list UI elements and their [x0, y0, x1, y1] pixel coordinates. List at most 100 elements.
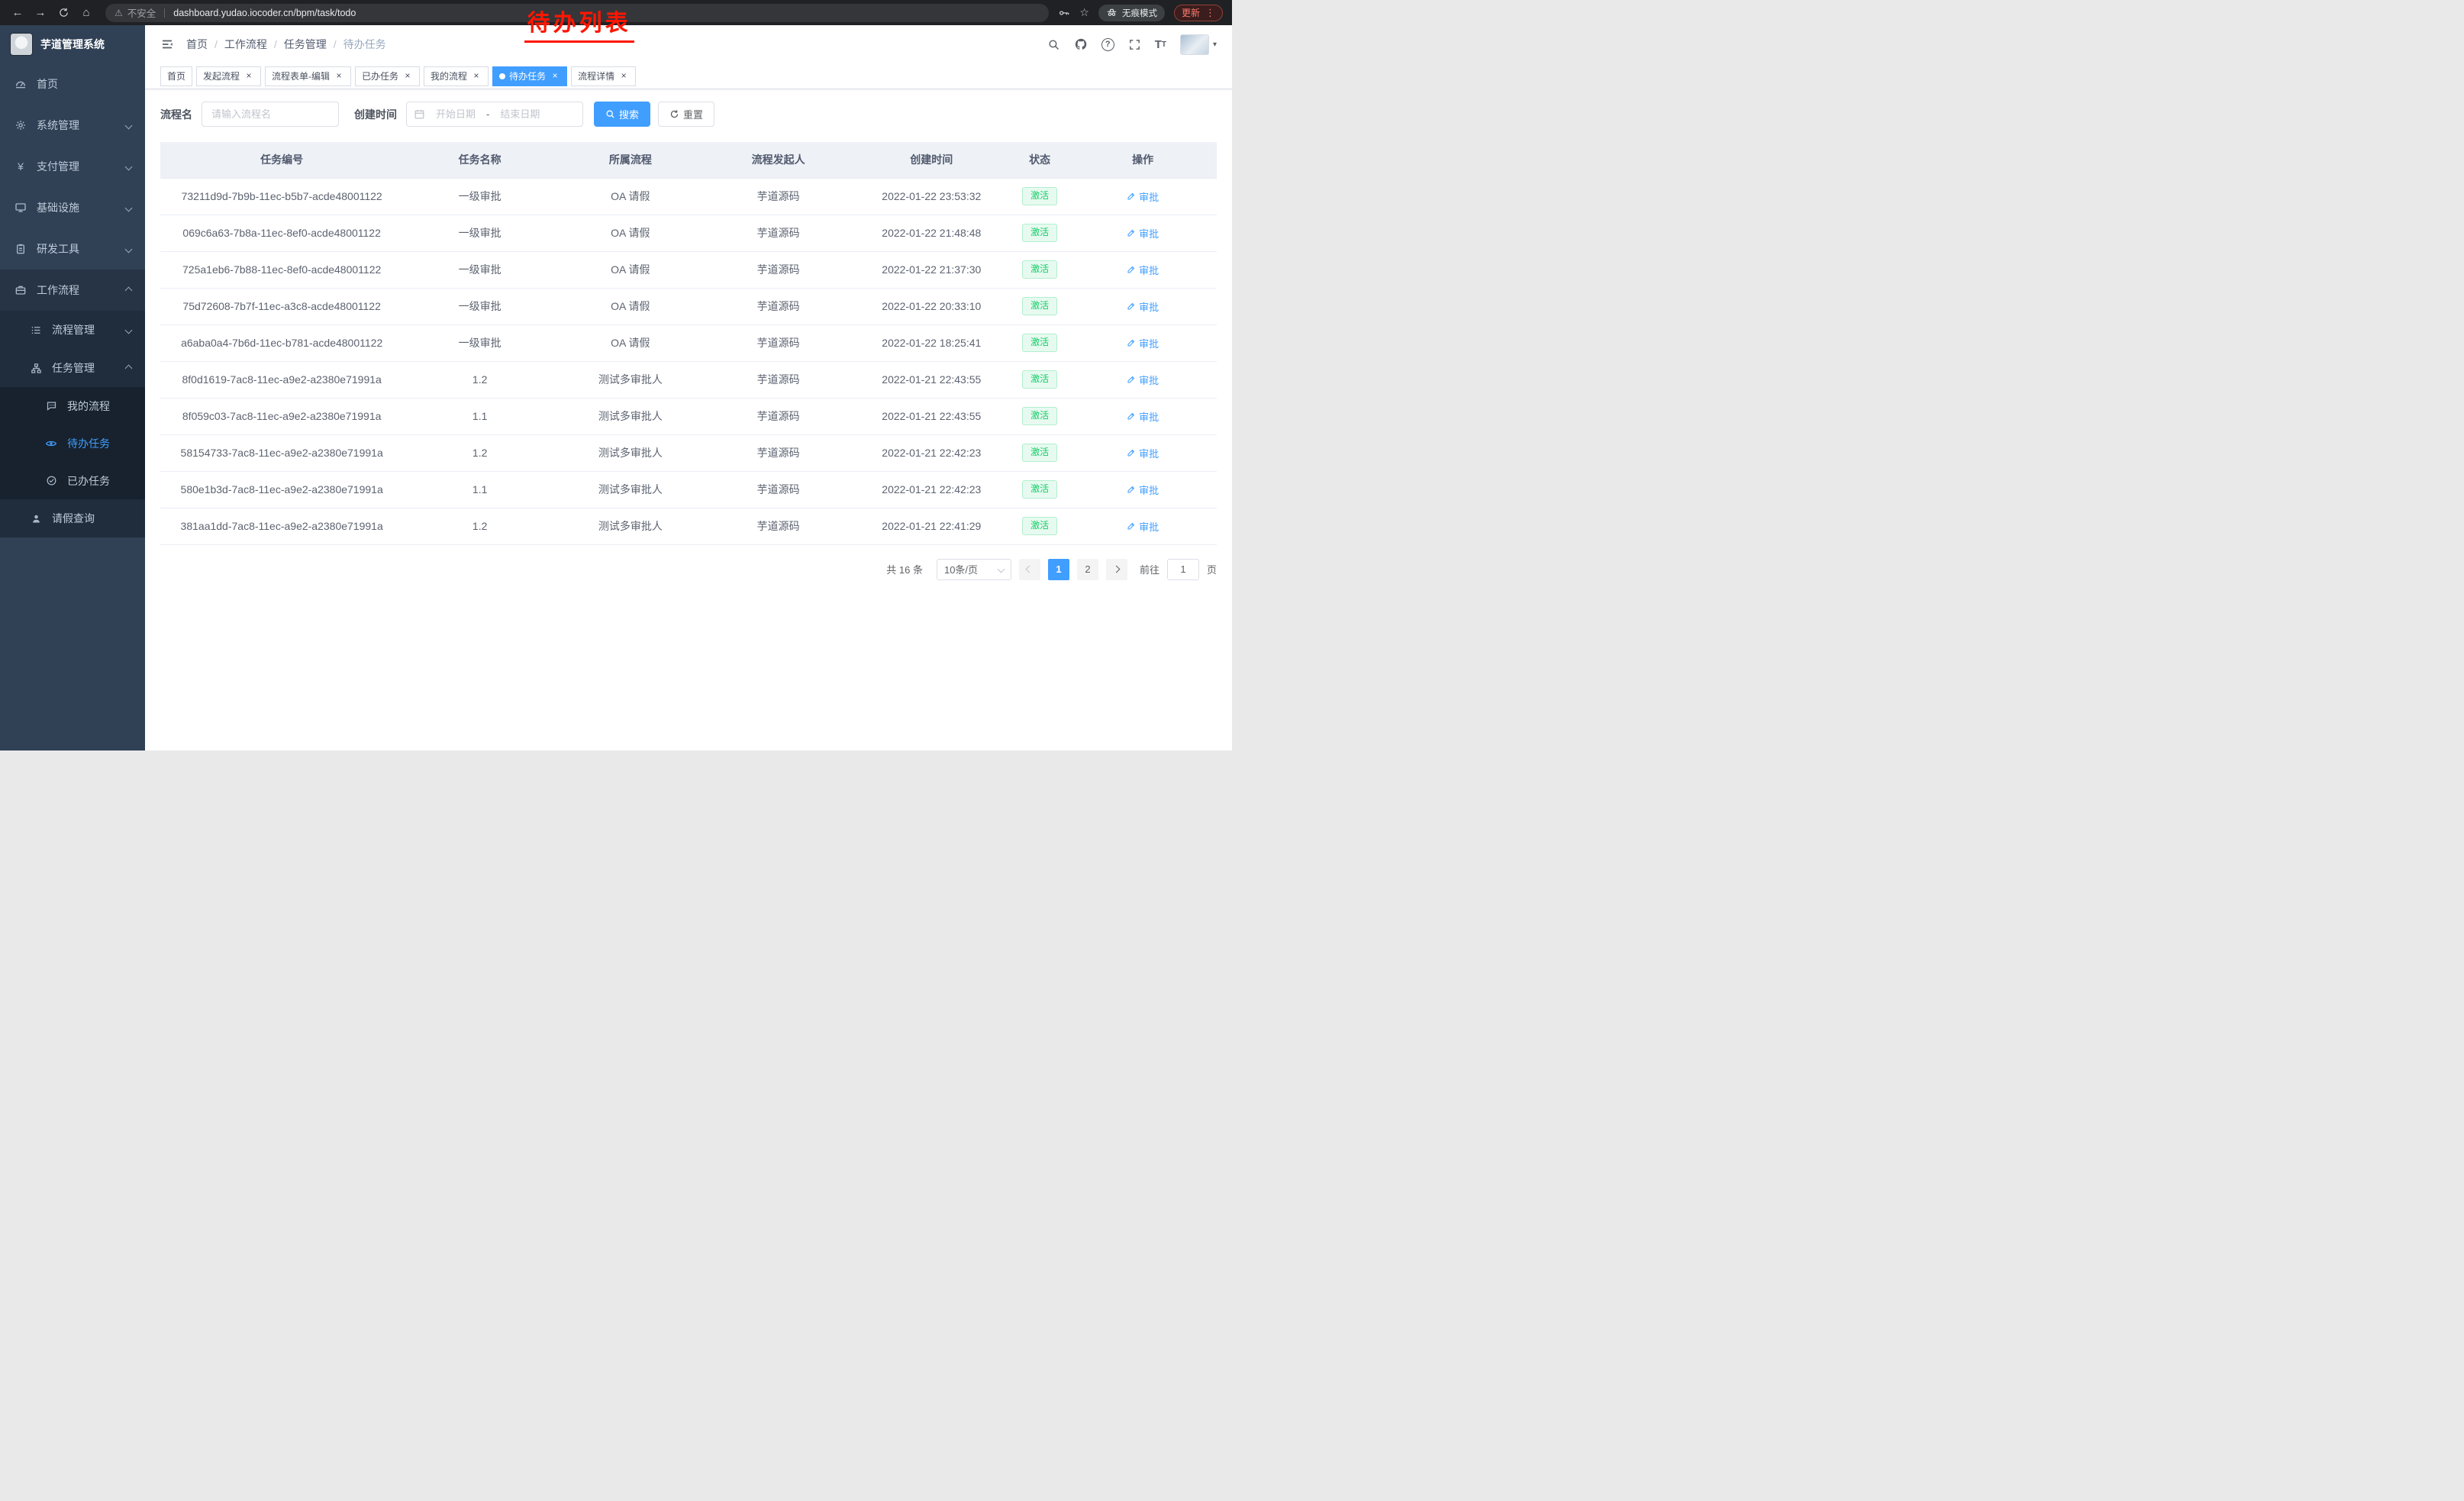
security-label: 不安全 — [127, 5, 156, 20]
fullscreen-icon[interactable] — [1128, 38, 1141, 51]
tab[interactable]: 发起流程 × — [196, 66, 261, 86]
kebab-menu-icon[interactable]: ⋮ — [1205, 7, 1215, 19]
sidebar-item-system[interactable]: 系统管理 — [0, 105, 145, 146]
sidebar-item-infrastructure[interactable]: 基础设施 — [0, 187, 145, 228]
gear-icon — [14, 118, 27, 132]
close-icon[interactable]: × — [550, 71, 560, 82]
tab[interactable]: 首页 — [160, 66, 192, 86]
sidebar-item-label: 已办任务 — [67, 473, 110, 489]
sidebar-item-payment[interactable]: ¥ 支付管理 — [0, 146, 145, 187]
tab[interactable]: 我的流程 × — [424, 66, 489, 86]
task-name-cell: 一级审批 — [403, 251, 556, 288]
breadcrumb-item-task-management[interactable]: 任务管理 — [267, 37, 327, 52]
sidebar-collapse-button[interactable] — [160, 37, 174, 51]
forward-icon[interactable]: → — [31, 3, 50, 23]
sidebar-item-dev-tools[interactable]: 研发工具 — [0, 228, 145, 270]
close-icon[interactable]: × — [618, 71, 629, 82]
approve-link[interactable]: 审批 — [1127, 373, 1159, 387]
task-id-cell: 58154733-7ac8-11ec-a9e2-a2380e71991a — [160, 434, 403, 471]
font-size-icon[interactable]: TT — [1155, 38, 1166, 51]
sidebar-item-process-management[interactable]: 流程管理 — [0, 311, 145, 349]
initiator-cell: 芋道源码 — [705, 471, 853, 508]
tab[interactable]: 流程详情 × — [571, 66, 636, 86]
omnibox-divider — [164, 8, 165, 18]
process-name-input[interactable] — [202, 102, 339, 127]
table-header-row: 任务编号 任务名称 所属流程 流程发起人 创建时间 状态 操作 — [160, 142, 1217, 178]
approve-link-label: 审批 — [1139, 446, 1159, 460]
next-page-button[interactable] — [1106, 559, 1127, 580]
status-cell: 激活 — [1011, 215, 1069, 251]
column-header-created: 创建时间 — [852, 142, 1011, 178]
action-cell: 审批 — [1069, 508, 1217, 544]
task-name-cell: 1.1 — [403, 398, 556, 434]
sidebar-item-done-tasks[interactable]: 已办任务 — [0, 462, 145, 499]
warning-icon: ⚠ — [114, 8, 123, 18]
breadcrumb-item-workflow[interactable]: 工作流程 — [208, 37, 267, 52]
password-key-icon[interactable] — [1058, 7, 1070, 19]
user-avatar[interactable]: ▾ — [1180, 34, 1217, 55]
column-header-actions: 操作 — [1069, 142, 1217, 178]
home-icon[interactable]: ⌂ — [76, 3, 96, 23]
sidebar-item-todo-tasks[interactable]: 待办任务 — [0, 424, 145, 462]
status-badge: 激活 — [1022, 407, 1057, 425]
browser-update-button[interactable]: 更新 ⋮ — [1174, 5, 1223, 21]
help-icon[interactable]: ? — [1101, 38, 1114, 51]
search-button[interactable]: 搜索 — [594, 102, 650, 127]
task-id-cell: 580e1b3d-7ac8-11ec-a9e2-a2380e71991a — [160, 471, 403, 508]
caret-down-icon: ▾ — [1213, 40, 1217, 49]
back-icon[interactable]: ← — [8, 3, 27, 23]
avatar-image — [1180, 34, 1209, 55]
breadcrumb-item-home[interactable]: 首页 — [186, 37, 208, 52]
tab[interactable]: 流程表单-编辑 × — [265, 66, 351, 86]
edit-icon — [1127, 302, 1136, 311]
status-cell: 激活 — [1011, 398, 1069, 434]
approve-link[interactable]: 审批 — [1127, 263, 1159, 277]
prev-page-button[interactable] — [1019, 559, 1040, 580]
task-id-cell: 73211d9d-7b9b-11ec-b5b7-acde48001122 — [160, 178, 403, 215]
approve-link[interactable]: 审批 — [1127, 226, 1159, 240]
address-bar[interactable]: ⚠ 不安全 dashboard.yudao.iocoder.cn/bpm/tas… — [105, 4, 1049, 22]
approve-link[interactable]: 审批 — [1127, 519, 1159, 534]
table-row: 73211d9d-7b9b-11ec-b5b7-acde48001122 一级审… — [160, 178, 1217, 215]
action-cell: 审批 — [1069, 324, 1217, 361]
status-cell: 激活 — [1011, 471, 1069, 508]
logo-title: 芋道管理系统 — [40, 37, 105, 52]
logo-row[interactable]: 芋道管理系统 — [0, 25, 145, 63]
close-icon[interactable]: × — [243, 71, 254, 82]
chevron-down-icon — [125, 204, 133, 211]
check-circle-icon — [44, 474, 58, 488]
approve-link[interactable]: 审批 — [1127, 299, 1159, 314]
create-time-range-picker[interactable]: - — [406, 102, 583, 127]
approve-link[interactable]: 审批 — [1127, 409, 1159, 424]
close-icon[interactable]: × — [402, 71, 413, 82]
close-icon[interactable]: × — [334, 71, 344, 82]
sidebar-item-label: 系统管理 — [37, 118, 79, 133]
github-icon[interactable] — [1074, 37, 1088, 51]
start-date-input[interactable] — [427, 108, 485, 120]
approve-link[interactable]: 审批 — [1127, 483, 1159, 497]
sidebar-item-workflow[interactable]: 工作流程 — [0, 270, 145, 311]
goto-page-input[interactable] — [1167, 559, 1199, 580]
list-icon — [29, 323, 43, 337]
action-cell: 审批 — [1069, 471, 1217, 508]
end-date-input[interactable] — [491, 108, 549, 120]
page-size-select[interactable]: 10条/页 — [937, 559, 1011, 580]
sidebar-item-home[interactable]: 首页 — [0, 63, 145, 105]
status-badge: 激活 — [1022, 444, 1057, 462]
approve-link[interactable]: 审批 — [1127, 336, 1159, 350]
sidebar-item-task-management[interactable]: 任务管理 — [0, 349, 145, 387]
reset-button[interactable]: 重置 — [658, 102, 714, 127]
page-2-button[interactable]: 2 — [1077, 559, 1098, 580]
approve-link[interactable]: 审批 — [1127, 446, 1159, 460]
search-icon[interactable] — [1047, 38, 1060, 51]
page-1-button[interactable]: 1 — [1048, 559, 1069, 580]
tab[interactable]: 待办任务 × — [492, 66, 567, 86]
close-icon[interactable]: × — [471, 71, 482, 82]
sidebar-item-leave-query[interactable]: 请假查询 — [0, 499, 145, 537]
approve-link[interactable]: 审批 — [1127, 189, 1159, 204]
bookmark-star-icon[interactable]: ☆ — [1079, 6, 1089, 19]
reload-icon[interactable] — [53, 3, 73, 23]
tab[interactable]: 已办任务 × — [355, 66, 420, 86]
task-id-cell: a6aba0a4-7b6d-11ec-b781-acde48001122 — [160, 324, 403, 361]
sidebar-item-my-process[interactable]: 我的流程 — [0, 387, 145, 424]
